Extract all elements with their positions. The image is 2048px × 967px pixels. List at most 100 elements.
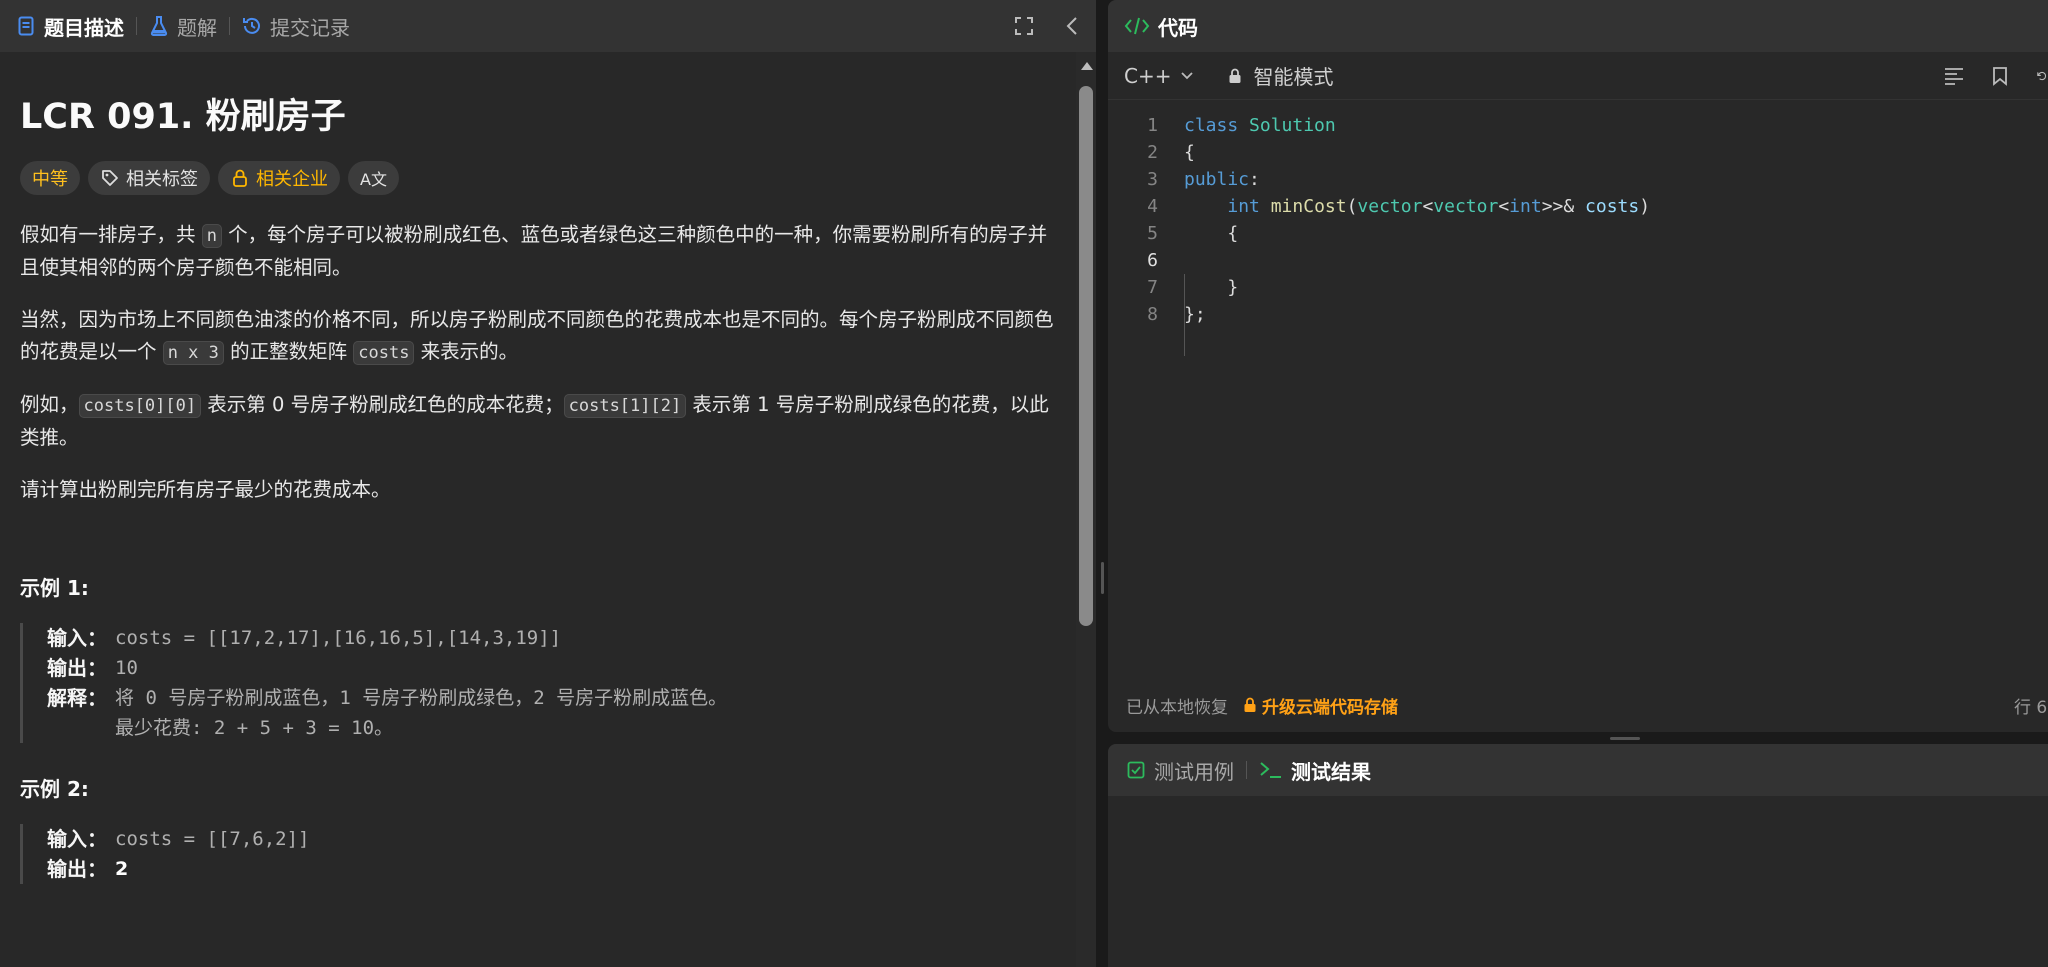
description-paragraph-3: 例如， costs[0][0] 表示第 0 号房子粉刷成红色的成本花费； costs…	[20, 393, 1049, 449]
tab-test-results[interactable]: 测试结果	[1259, 756, 1371, 785]
translate-button[interactable]: A文	[348, 161, 399, 195]
example-explain-key: 解释：	[47, 686, 107, 710]
lock-icon	[1225, 66, 1245, 86]
example-explain: 将 0 号房子粉刷成蓝色，1 号房子粉刷成绿色，2 号房子粉刷成蓝色。	[115, 687, 728, 709]
tab-submissions-label: 提交记录	[270, 15, 350, 40]
code-line[interactable]: int minCost(vector<vector<int>>& costs)	[1158, 193, 1650, 220]
example-output-key: 输出：	[47, 857, 107, 881]
tab-solutions-label: 题解	[177, 15, 217, 40]
chevron-down-icon	[1177, 66, 1197, 86]
example-input-key: 输入：	[47, 827, 107, 851]
tab-submissions[interactable]: 提交记录	[242, 12, 350, 41]
related-tags-button[interactable]: 相关标签	[88, 161, 210, 195]
example-input: costs = [[17,2,17],[16,16,5],[14,3,19]]	[115, 627, 562, 649]
test-panel: 测试用例 测试结果	[1108, 744, 2048, 967]
code-line[interactable]	[1158, 247, 1271, 274]
code-line[interactable]: {	[1158, 220, 1238, 247]
line-number: 7	[1147, 277, 1158, 298]
translate-icon: A文	[360, 170, 387, 189]
upgrade-storage-link[interactable]: 升级云端代码存储	[1242, 693, 1398, 718]
tab-description[interactable]: 题目描述	[16, 12, 124, 41]
code-panel: 代码 C++ 智能模式 1 class Solution 2 {3 publi…	[1108, 0, 2048, 732]
problem-description: LCR 091. 粉刷房子 中等 相关标签 相关企业 A文 假如有一排房子，共 …	[0, 52, 1076, 967]
vertical-splitter[interactable]	[1096, 0, 1108, 967]
flask-icon	[149, 16, 169, 36]
code-editor[interactable]: 1 class Solution 2{ 3 public: 4 int minCos…	[1108, 100, 2048, 670]
tab-test-cases-label: 测试用例	[1154, 759, 1234, 784]
document-icon	[16, 16, 36, 36]
line-number: 2	[1147, 142, 1158, 163]
upgrade-storage-label: 升级云端代码存储	[1262, 697, 1398, 718]
tab-test-results-label: 测试结果	[1291, 759, 1371, 784]
collapse-left-icon[interactable]	[1062, 16, 1082, 36]
reset-icon[interactable]	[2036, 66, 2048, 86]
difficulty-badge[interactable]: 中等	[20, 161, 80, 195]
history-icon	[242, 16, 262, 36]
format-icon[interactable]	[1944, 66, 1964, 86]
inline-code: costs	[353, 341, 415, 365]
terminal-icon	[1259, 760, 1283, 780]
code-toolbar: C++ 智能模式	[1108, 52, 2048, 100]
inline-code: n x 3	[162, 341, 224, 365]
code-title: 代码	[1158, 15, 1198, 40]
tab-divider	[1246, 761, 1247, 779]
scroll-up-arrow-icon[interactable]	[1081, 62, 1093, 70]
example-1-title: 示例 1:	[20, 576, 89, 600]
tag-icon	[100, 168, 120, 188]
horizontal-splitter[interactable]	[1108, 732, 2048, 744]
description-paragraph-2: 当然，因为市场上不同颜色油漆的价格不同，所以房子粉刷成不同颜色的花费成本也是不同…	[20, 308, 1054, 365]
tab-description-label: 题目描述	[44, 15, 124, 40]
example-1-block: 输入： costs = [[17,2,17],[16,16,5],[14,3,19…	[20, 623, 1056, 743]
difficulty-label: 中等	[32, 169, 68, 190]
example-2-title: 示例 2:	[20, 777, 89, 801]
line-number: 1	[1147, 115, 1158, 136]
language-select[interactable]: C++	[1124, 64, 1197, 88]
code-line[interactable]: {	[1158, 139, 1195, 166]
maximize-icon[interactable]	[1014, 16, 1034, 36]
editor-actions	[1944, 52, 2048, 100]
example-output: 2	[115, 858, 129, 880]
description-paragraph-1: 假如有一排房子，共 n 个，每个房子可以被粉刷成红色、蓝色或者绿色这三种颜色中的…	[20, 223, 1048, 279]
example-input-key: 输入：	[47, 626, 107, 650]
description-scrollbar[interactable]	[1076, 52, 1096, 967]
cursor-position: 行 6	[2014, 697, 2048, 718]
code-line[interactable]: };	[1158, 301, 1206, 328]
example-explain: 最少花费: 2 + 5 + 3 = 10。	[115, 717, 394, 739]
related-companies-button[interactable]: 相关企业	[218, 161, 340, 195]
tab-divider	[136, 17, 137, 35]
line-number: 8	[1147, 304, 1158, 325]
tab-test-cases[interactable]: 测试用例	[1126, 756, 1234, 785]
mode-select[interactable]: 智能模式	[1225, 61, 1333, 90]
test-tabs: 测试用例 测试结果	[1108, 744, 2048, 796]
code-header: 代码	[1108, 0, 2048, 52]
inline-code: costs[1][2]	[563, 394, 687, 418]
code-line[interactable]: class Solution	[1158, 112, 1336, 139]
example-output: 10	[115, 657, 138, 679]
lock-icon	[1242, 695, 1258, 715]
problem-tags: 中等 相关标签 相关企业 A文	[20, 161, 1056, 195]
splitter-handle[interactable]	[1610, 737, 1640, 740]
indent-guide	[1184, 274, 1185, 356]
inline-code: costs[0][0]	[78, 394, 202, 418]
panel-actions	[1014, 0, 1082, 52]
line-number: 3	[1147, 169, 1158, 190]
example-output-key: 输出：	[47, 656, 107, 680]
splitter-handle[interactable]	[1101, 562, 1104, 594]
restore-status: 已从本地恢复	[1126, 697, 1228, 718]
line-number: 5	[1147, 223, 1158, 244]
code-line[interactable]: public:	[1158, 166, 1260, 193]
code-line[interactable]: }	[1158, 274, 1238, 301]
lock-icon	[230, 168, 250, 188]
tab-solutions[interactable]: 题解	[149, 12, 217, 41]
bookmark-icon[interactable]	[1990, 66, 2010, 86]
editor-status-bar: 已从本地恢复 升级云端代码存储 行 6	[1108, 688, 2048, 722]
checkbox-icon	[1126, 760, 1146, 780]
line-number: 6	[1147, 250, 1158, 271]
inline-code: n	[201, 224, 222, 248]
mode-label: 智能模式	[1253, 65, 1334, 89]
problem-title: LCR 091. 粉刷房子	[20, 97, 346, 137]
related-tags-label: 相关标签	[126, 169, 198, 190]
example-2-block: 输入： costs = [[7,6,2]] 输出： 2	[20, 824, 1056, 884]
code-icon	[1124, 16, 1150, 36]
scrollbar-thumb[interactable]	[1079, 86, 1093, 626]
